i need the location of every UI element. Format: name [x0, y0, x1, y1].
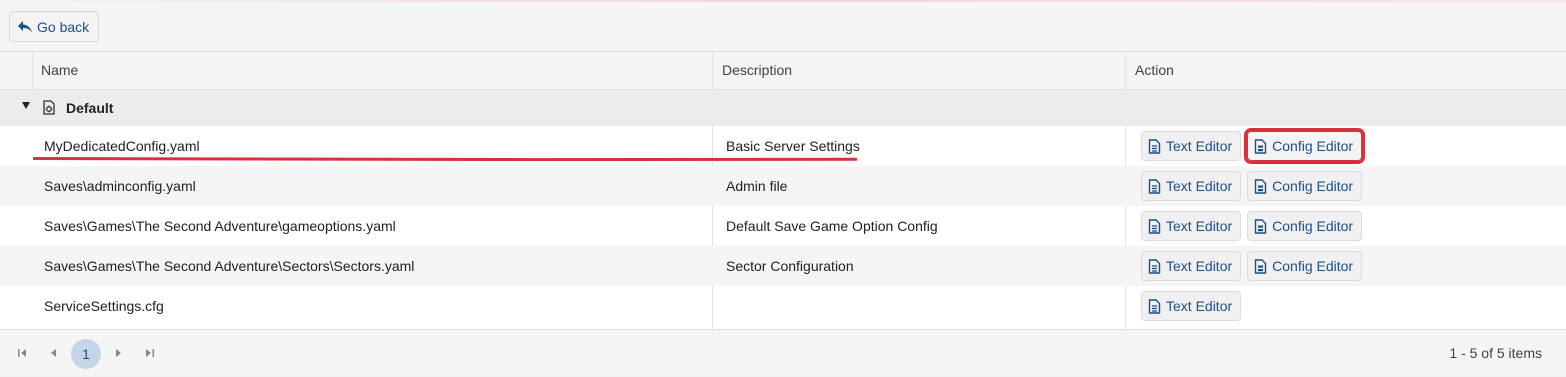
config-editor-label: Config Editor [1272, 138, 1354, 154]
last-page-icon[interactable] [144, 346, 156, 360]
text-editor-button[interactable]: Text Editor [1141, 131, 1242, 161]
file-settings-icon [43, 100, 55, 115]
red-underline-annotation [33, 157, 857, 161]
config-file-icon [1254, 178, 1267, 194]
file-description: Sector Configuration [726, 258, 854, 274]
config-file-icon [1254, 258, 1267, 274]
config-editor-label: Config Editor [1272, 258, 1354, 274]
file-name: Saves\adminconfig.yaml [44, 178, 196, 194]
text-editor-label: Text Editor [1166, 298, 1233, 314]
arrow-back-icon [18, 20, 32, 33]
column-header-name[interactable]: Name [41, 52, 78, 89]
grid-header: Name Description Action [0, 52, 1566, 90]
row-actions: Text Editor Config Editor [1141, 171, 1363, 201]
toolbar: Go back [0, 2, 1566, 52]
row-actions: Text Editor [1141, 291, 1242, 321]
text-editor-label: Text Editor [1166, 218, 1233, 234]
config-editor-button[interactable]: Config Editor [1244, 128, 1366, 164]
pager: 1 1 - 5 of 5 items [0, 329, 1566, 376]
text-file-icon [1148, 138, 1161, 154]
text-editor-button[interactable]: Text Editor [1141, 211, 1242, 241]
table-row: Saves\Games\The Second Adventure\Sectors… [0, 246, 1566, 286]
group-row-default: Default [0, 90, 1566, 126]
text-file-icon [1148, 298, 1161, 314]
config-file-icon [1254, 218, 1267, 234]
text-editor-label: Text Editor [1166, 258, 1233, 274]
row-actions: Text Editor Config Editor [1141, 128, 1366, 164]
table-row: Saves\Games\The Second Adventure\gameopt… [0, 206, 1566, 246]
text-editor-button[interactable]: Text Editor [1141, 171, 1242, 201]
config-editor-button[interactable]: Config Editor [1247, 171, 1363, 201]
first-page-icon[interactable] [16, 346, 28, 360]
go-back-button[interactable]: Go back [9, 11, 100, 42]
text-file-icon [1148, 258, 1161, 274]
column-header-action[interactable]: Action [1135, 52, 1174, 89]
row-actions: Text Editor Config Editor [1141, 211, 1363, 241]
config-editor-label: Config Editor [1272, 218, 1354, 234]
page-button-current[interactable]: 1 [71, 339, 101, 369]
config-editor-button[interactable]: Config Editor [1247, 251, 1363, 281]
text-editor-button[interactable]: Text Editor [1141, 251, 1242, 281]
row-actions: Text Editor Config Editor [1141, 251, 1363, 281]
file-name: Saves\Games\The Second Adventure\gameopt… [44, 218, 396, 234]
file-name: ServiceSettings.cfg [44, 298, 164, 314]
go-back-label: Go back [37, 18, 90, 35]
config-editor-label: Config Editor [1272, 178, 1354, 194]
file-description: Admin file [726, 178, 788, 194]
file-description: Default Save Game Option Config [726, 218, 938, 234]
column-divider [32, 52, 33, 90]
text-file-icon [1148, 178, 1161, 194]
next-page-icon[interactable] [112, 346, 124, 360]
group-label: Default [66, 100, 114, 116]
text-editor-label: Text Editor [1166, 178, 1233, 194]
text-file-icon [1148, 218, 1161, 234]
prev-page-icon[interactable] [48, 346, 60, 360]
table-row: ServiceSettings.cfg Text Editor [0, 286, 1566, 329]
config-file-icon [1254, 138, 1267, 154]
pager-info: 1 - 5 of 5 items [1449, 345, 1542, 361]
table-row: Saves\adminconfig.yaml Admin file Text E… [0, 166, 1566, 206]
config-editor-button[interactable]: Config Editor [1247, 211, 1363, 241]
collapse-caret-icon[interactable] [22, 102, 30, 109]
text-editor-button[interactable]: Text Editor [1141, 291, 1242, 321]
text-editor-label: Text Editor [1166, 138, 1233, 154]
files-grid: Name Description Action Default MyDedica… [0, 52, 1566, 329]
column-header-description[interactable]: Description [722, 52, 792, 89]
file-name: Saves\Games\The Second Adventure\Sectors… [44, 258, 415, 274]
